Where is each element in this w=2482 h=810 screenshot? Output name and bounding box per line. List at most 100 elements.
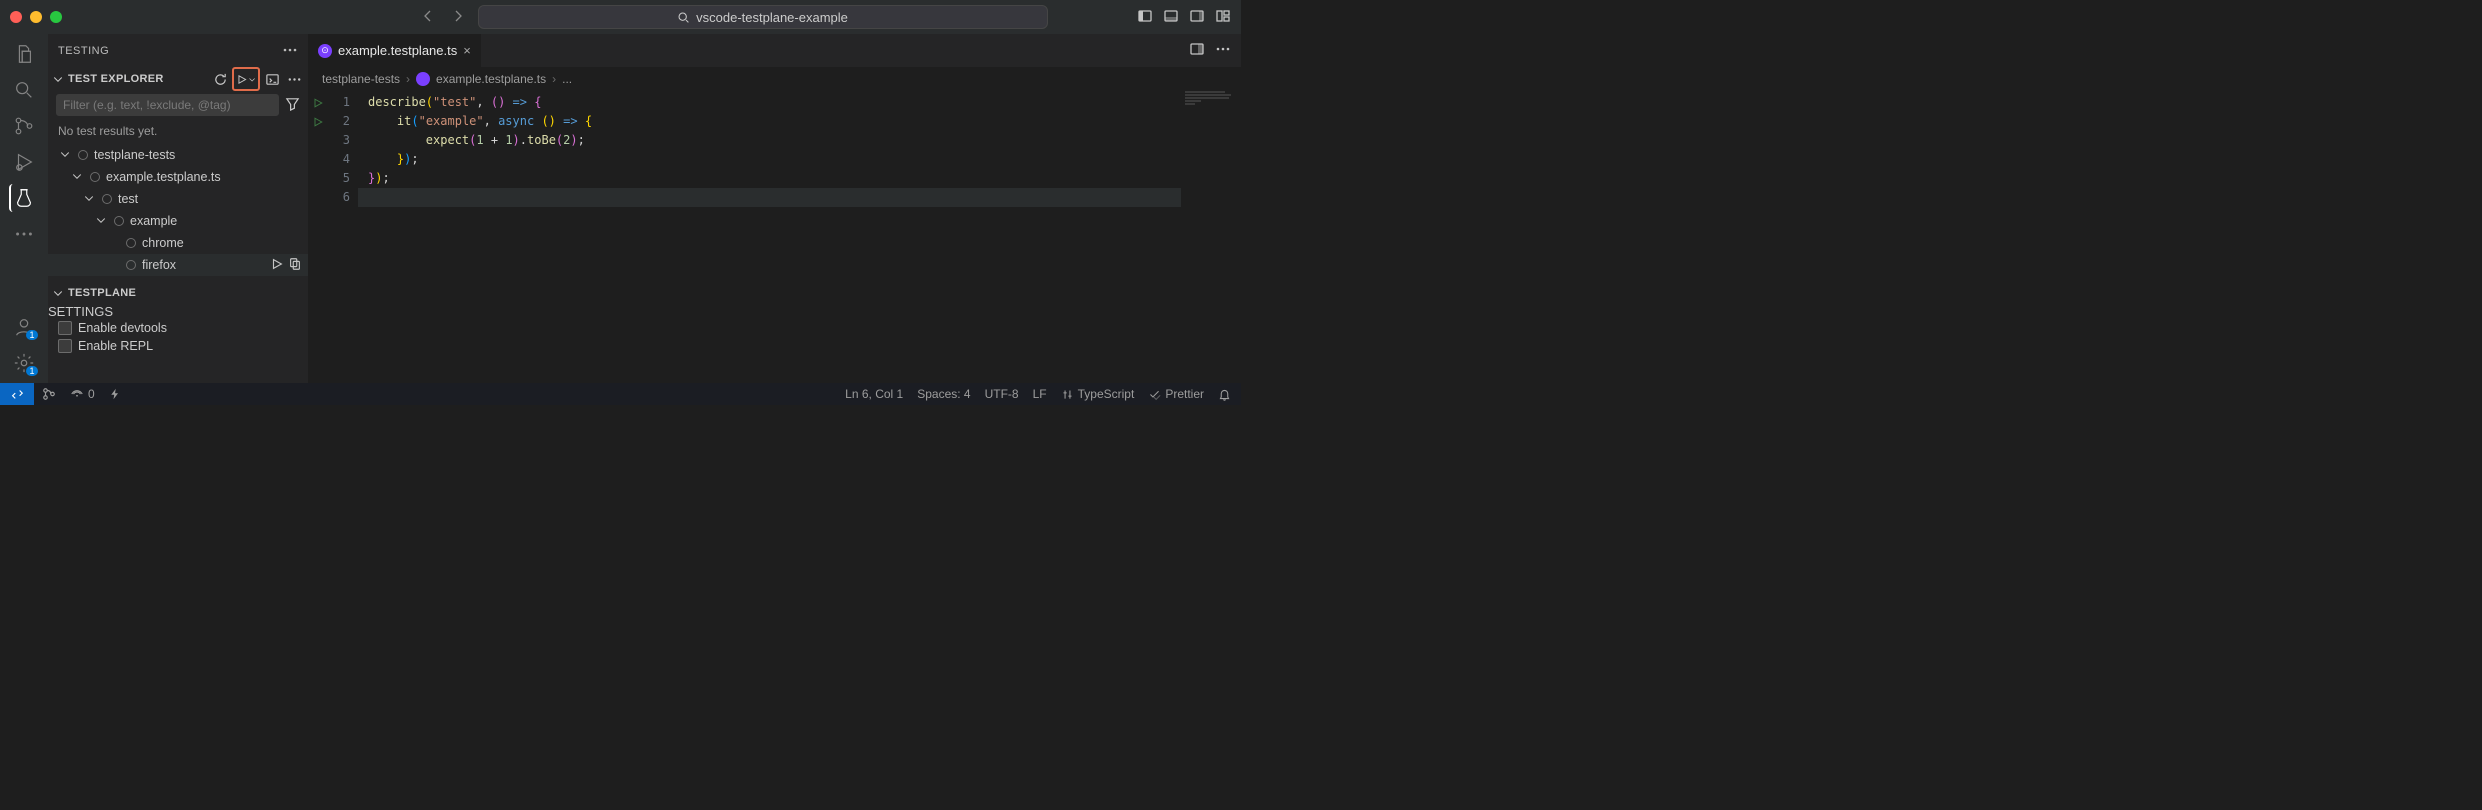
testing-icon[interactable] (9, 184, 37, 212)
test-status-icon (78, 150, 88, 160)
test-explorer-title: TEST EXPLORER (68, 73, 206, 85)
testplane-header[interactable]: TESTPLANE (48, 282, 308, 304)
tree-folder[interactable]: testplane-tests (48, 144, 308, 166)
test-status-icon (102, 194, 112, 204)
status-indent[interactable]: Spaces: 4 (917, 387, 970, 401)
layout-sidebar-right-icon[interactable] (1189, 8, 1205, 27)
option-label: Enable REPL (78, 339, 153, 353)
settings-label: SETTINGS (48, 304, 308, 319)
tab-filename: example.testplane.ts (338, 43, 457, 58)
split-editor-icon[interactable] (1189, 41, 1205, 60)
run-gutter-icon[interactable] (308, 112, 328, 131)
run-all-tests-button[interactable] (232, 67, 260, 91)
tree-item-label: firefox (142, 258, 270, 272)
tree-item-label: chrome (142, 236, 302, 250)
tree-browser[interactable]: chrome (48, 232, 308, 254)
filter-icon[interactable] (285, 96, 300, 114)
debug-icon[interactable] (10, 148, 38, 176)
status-cursor[interactable]: Ln 6, Col 1 (845, 387, 903, 401)
tree-item-label: test (118, 192, 302, 206)
editor-content[interactable]: 1 2 3 4 5 6 describe("test", () => { it(… (308, 90, 1241, 383)
test-tree: testplane-tests example.testplane.ts tes… (48, 142, 308, 278)
chevron-down-icon (71, 170, 83, 182)
status-bell-icon[interactable] (1218, 388, 1231, 401)
account-icon[interactable]: 1 (10, 313, 38, 341)
layout-panel-icon[interactable] (1163, 8, 1179, 27)
tree-file[interactable]: example.testplane.ts (48, 166, 308, 188)
more-views-icon[interactable] (10, 220, 38, 248)
code-lines[interactable]: describe("test", () => { it("example", a… (358, 90, 1181, 383)
test-status-icon (90, 172, 100, 182)
breadcrumb[interactable]: testplane-tests › example.testplane.ts ›… (308, 68, 1241, 90)
status-language[interactable]: TypeScript (1061, 387, 1135, 401)
close-window-icon[interactable] (10, 11, 22, 23)
tree-browser[interactable]: firefox (48, 254, 308, 276)
test-status-icon (114, 216, 124, 226)
settings-option[interactable]: Enable devtools (48, 319, 308, 337)
tab-close-icon[interactable]: × (463, 43, 471, 58)
tree-test[interactable]: example (48, 210, 308, 232)
tab-more-icon[interactable] (1215, 41, 1231, 60)
chevron-down-icon (52, 287, 64, 299)
search-view-icon[interactable] (10, 76, 38, 104)
status-encoding[interactable]: UTF-8 (985, 387, 1019, 401)
goto-test-icon[interactable] (288, 257, 302, 274)
editor-tab[interactable]: example.testplane.ts × (308, 34, 482, 67)
run-test-icon[interactable] (270, 257, 284, 274)
testplane-title: TESTPLANE (68, 287, 304, 299)
test-status-icon (126, 238, 136, 248)
show-output-icon[interactable] (262, 69, 282, 89)
settings-badge: 1 (26, 366, 37, 376)
test-filter-input[interactable] (56, 94, 279, 116)
status-scm[interactable] (42, 387, 56, 401)
sidebar: TESTING TEST EXPLORER No test results ye… (48, 34, 308, 383)
test-status-icon (126, 260, 136, 270)
breadcrumb-folder[interactable]: testplane-tests (322, 72, 400, 86)
minimize-window-icon[interactable] (30, 11, 42, 23)
nav-forward-icon[interactable] (450, 8, 466, 27)
line-numbers: 1 2 3 4 5 6 (328, 90, 358, 383)
command-center-text: vscode-testplane-example (696, 10, 848, 25)
settings-option[interactable]: Enable REPL (48, 337, 308, 355)
chevron-down-icon (95, 214, 107, 226)
refresh-tests-icon[interactable] (210, 69, 230, 89)
test-explorer-header[interactable]: TEST EXPLORER (48, 68, 308, 90)
scm-icon[interactable] (10, 112, 38, 140)
sidebar-more-icon[interactable] (282, 42, 298, 61)
maximize-window-icon[interactable] (50, 11, 62, 23)
remote-icon[interactable] (0, 383, 34, 405)
checkbox-icon[interactable] (58, 339, 72, 353)
tree-item-label: example (130, 214, 302, 228)
status-eol[interactable]: LF (1033, 387, 1047, 401)
file-type-icon (416, 72, 430, 86)
customize-layout-icon[interactable] (1215, 8, 1231, 27)
tree-item-label: testplane-tests (94, 148, 302, 162)
settings-icon[interactable]: 1 (10, 349, 38, 377)
minimap[interactable] (1181, 90, 1241, 383)
run-gutter-icon[interactable] (308, 93, 328, 112)
chevron-down-icon (59, 148, 71, 160)
breadcrumb-file[interactable]: example.testplane.ts (436, 72, 546, 86)
command-center[interactable]: vscode-testplane-example (478, 5, 1048, 29)
account-badge: 1 (26, 330, 37, 340)
tree-suite[interactable]: test (48, 188, 308, 210)
option-label: Enable devtools (78, 321, 167, 335)
sidebar-title: TESTING (58, 45, 109, 57)
breadcrumb-more[interactable]: ... (562, 72, 572, 86)
status-prettier[interactable]: Prettier (1148, 387, 1204, 401)
chevron-down-icon (52, 73, 64, 85)
editor-group: example.testplane.ts × testplane-tests ›… (308, 34, 1241, 383)
status-bolt-icon[interactable] (109, 388, 121, 400)
no-results-text: No test results yet. (48, 120, 308, 142)
chevron-down-icon (248, 75, 256, 84)
status-bar: 0 Ln 6, Col 1 Spaces: 4 UTF-8 LF TypeScr… (0, 383, 1241, 405)
status-ports[interactable]: 0 (70, 387, 95, 401)
chevron-down-icon (83, 192, 95, 204)
layout-sidebar-left-icon[interactable] (1137, 8, 1153, 27)
explorer-more-icon[interactable] (284, 69, 304, 89)
explorer-icon[interactable] (10, 40, 38, 68)
checkbox-icon[interactable] (58, 321, 72, 335)
tab-bar: example.testplane.ts × (308, 34, 1241, 68)
nav-back-icon[interactable] (420, 8, 436, 27)
title-bar: vscode-testplane-example (0, 0, 1241, 34)
